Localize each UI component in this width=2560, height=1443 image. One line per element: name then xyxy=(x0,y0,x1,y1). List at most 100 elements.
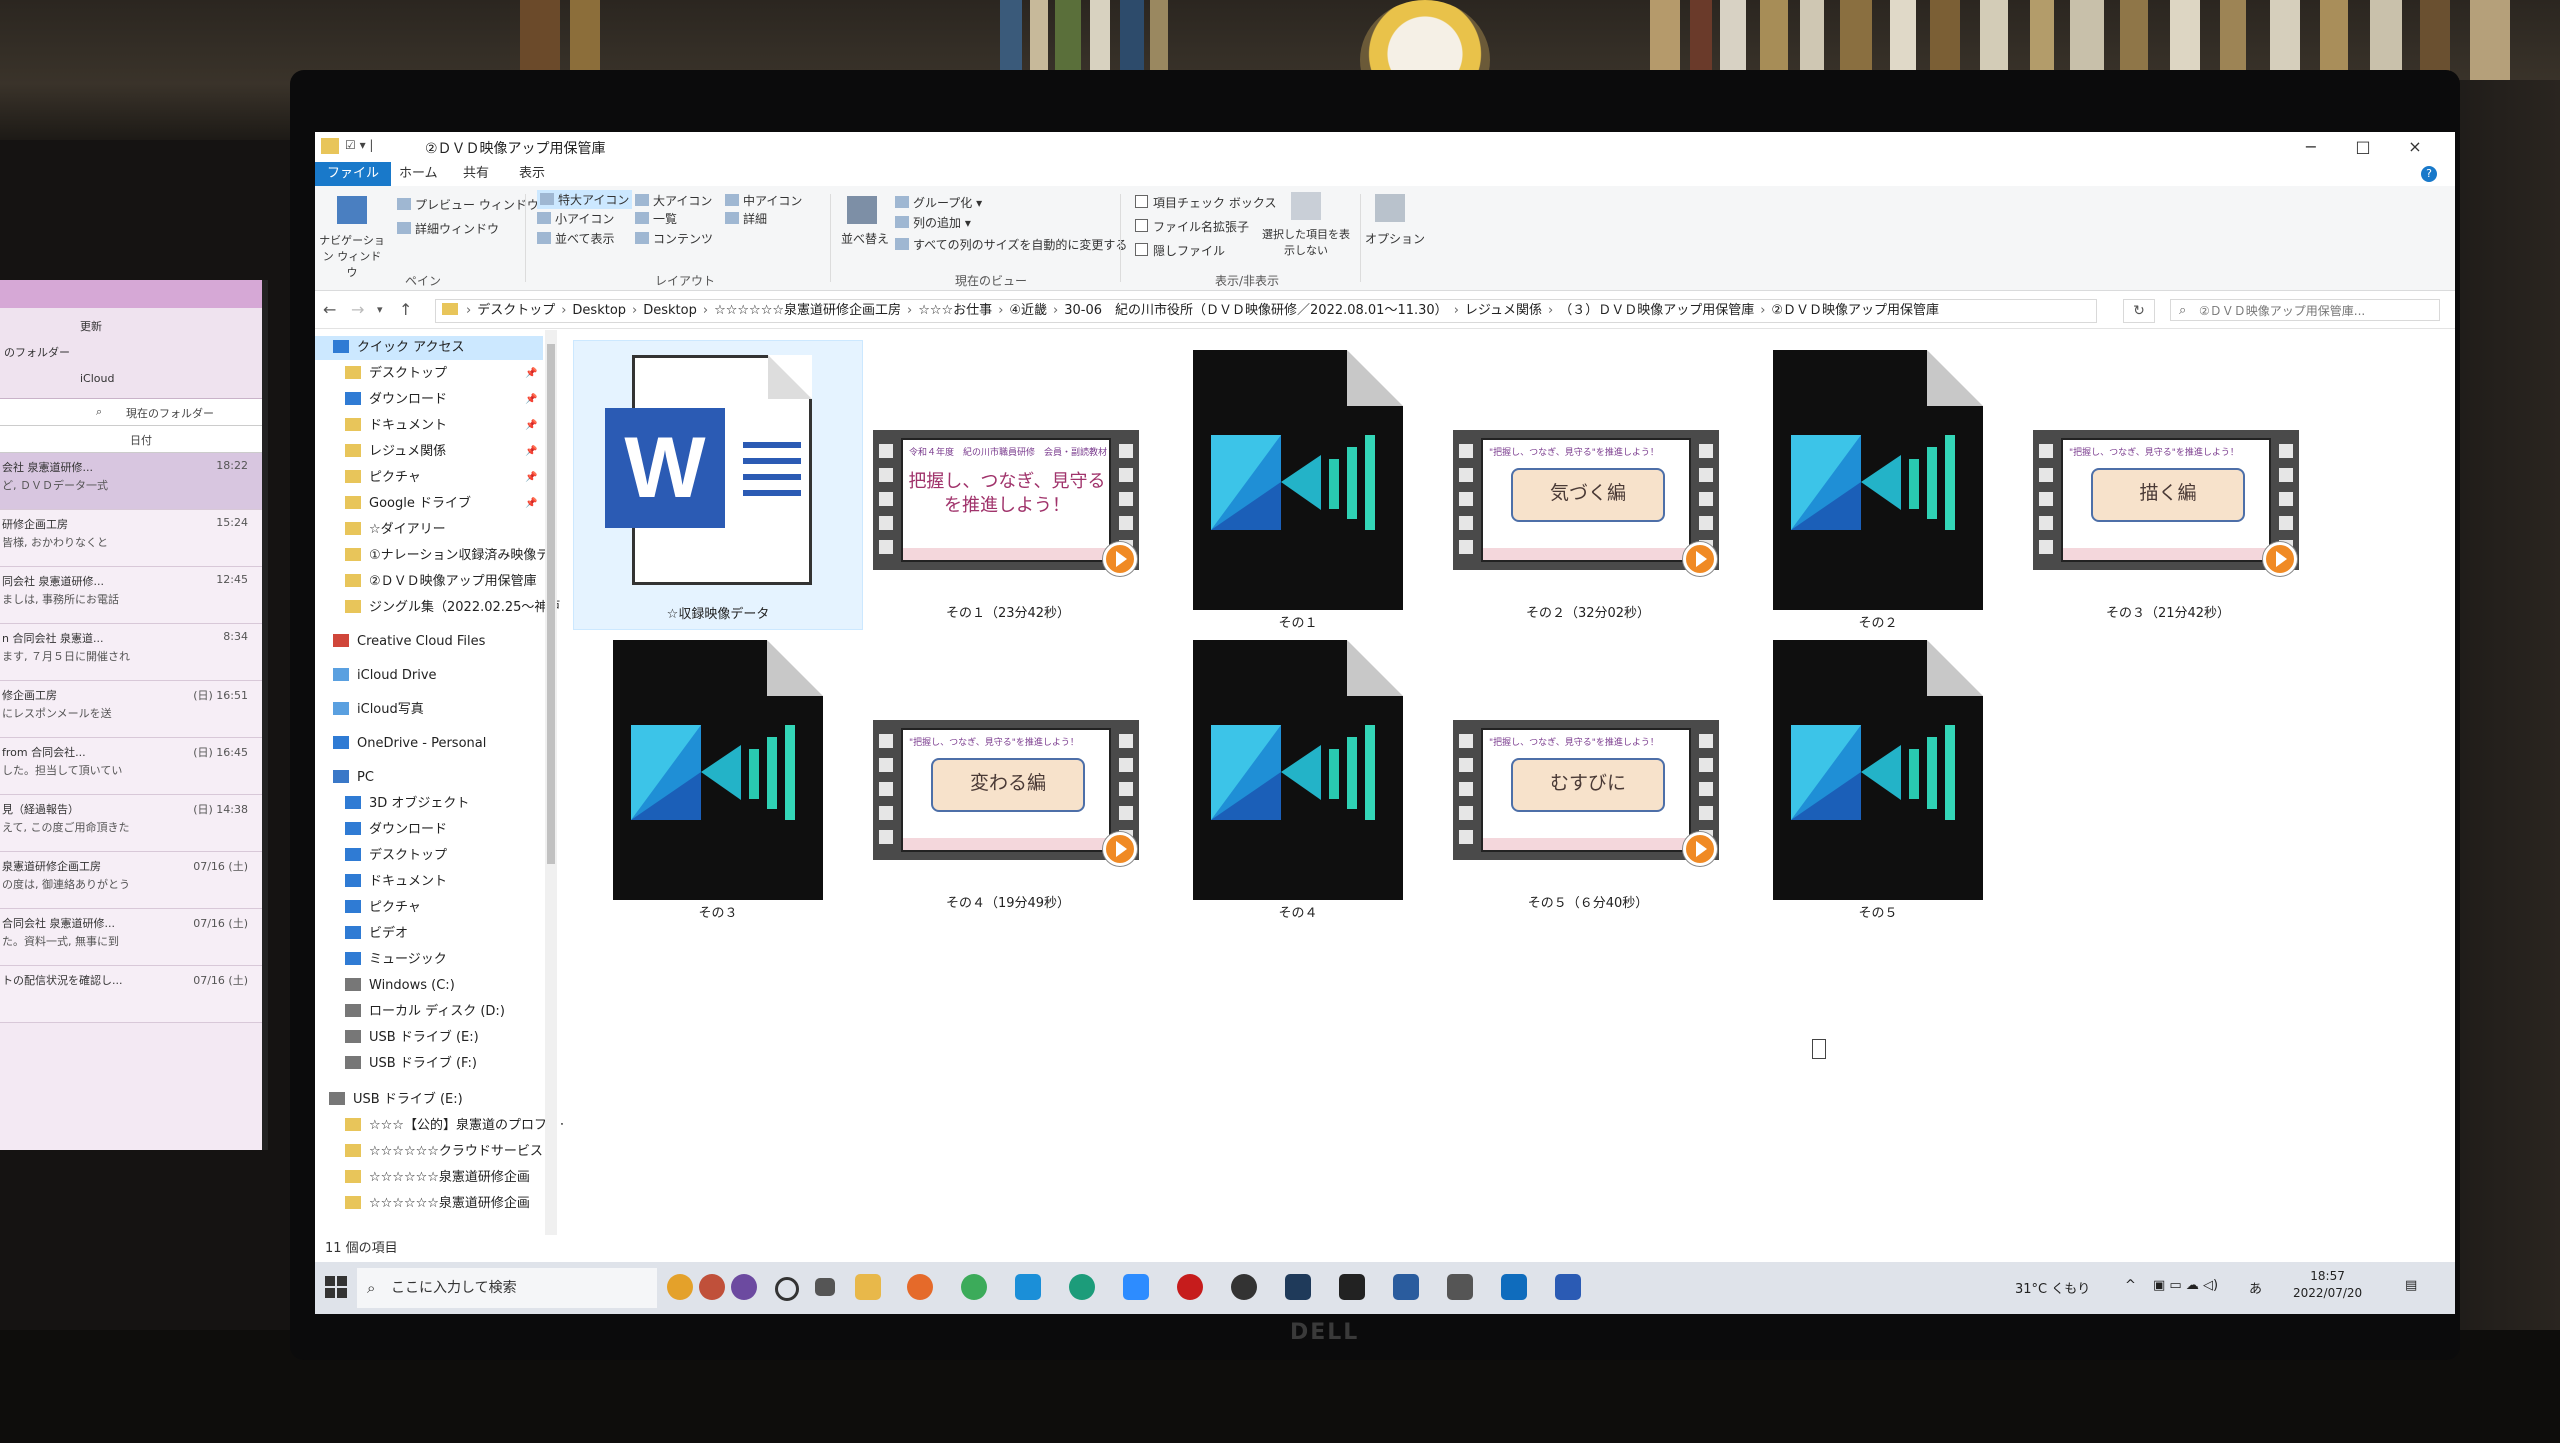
breadcrumb-item[interactable]: Desktop xyxy=(637,303,703,318)
mail-item[interactable]: 同会社 泉憲道研修... ましは, 事務所にお電話 12:45 xyxy=(0,567,262,624)
hide-selected-button[interactable]: 選択した項目を表示しない xyxy=(1260,226,1352,258)
nav-scrollbar[interactable] xyxy=(545,330,557,1235)
recent-dropdown[interactable]: ▾ xyxy=(377,303,383,316)
firefox-icon[interactable] xyxy=(907,1274,933,1300)
breadcrumb-item[interactable]: （３）ＤＶＤ映像アップ用保管庫 xyxy=(1553,303,1760,318)
mail-item[interactable]: トの配信状況を確認し... 07/16 (土) xyxy=(0,966,262,1023)
item-checkboxes-toggle[interactable]: 項目チェック ボックス xyxy=(1135,194,1276,211)
search-input[interactable]: ⌕ ②ＤＶＤ映像アップ用保管庫... xyxy=(2170,299,2440,321)
mail-item[interactable]: n 合同会社 泉憲道... ます, ７月５日に開催され 8:34 xyxy=(0,624,262,681)
ime-indicator[interactable]: あ xyxy=(2249,1278,2262,1297)
tab-share[interactable]: 共有 xyxy=(451,162,501,186)
mail-item[interactable]: 泉憲道研修企画工房 の度は, 御連絡ありがとう 07/16 (土) xyxy=(0,852,262,909)
word-icon[interactable] xyxy=(1555,1274,1581,1300)
app-icon[interactable] xyxy=(1339,1274,1365,1300)
nav-usb-item[interactable]: ☆☆☆【公的】泉憲道のプロフィー xyxy=(315,1114,573,1138)
icloud-button[interactable]: iCloud xyxy=(80,372,114,385)
nav-pc-item[interactable]: ローカル ディスク (D:) xyxy=(315,1000,543,1024)
breadcrumb-item[interactable]: ②ＤＶＤ映像アップ用保管庫 xyxy=(1765,303,1945,318)
camera-icon[interactable] xyxy=(1447,1274,1473,1300)
mail-item[interactable]: 修企画工房 にレスポンメールを送 (日) 16:51 xyxy=(0,681,262,738)
content-button[interactable]: コンテンツ xyxy=(635,230,713,247)
nav-quick-item[interactable]: ダウンロード 📌 xyxy=(315,388,543,412)
breadcrumb-item[interactable]: Desktop xyxy=(566,303,632,318)
tiles-button[interactable]: 並べて表示 xyxy=(537,230,615,247)
mail-item[interactable]: 会社 泉憲道研修... ど, ＤＶＤデータ一式 18:22 xyxy=(0,453,262,510)
nav-usb-drive[interactable]: USB ドライブ (E:) xyxy=(315,1088,543,1112)
weather-widget-icon[interactable] xyxy=(667,1274,693,1300)
weather-status[interactable]: 31°C くもり xyxy=(2015,1278,2090,1297)
outlook-icon[interactable] xyxy=(1501,1274,1527,1300)
fit-columns-button[interactable]: すべての列のサイズを自動的に変更する xyxy=(895,236,1127,253)
nav-pc-item[interactable]: Windows (C:) xyxy=(315,974,543,998)
nav-onedrive[interactable]: OneDrive - Personal xyxy=(315,732,543,756)
small-icons-button[interactable]: 小アイコン xyxy=(537,210,614,227)
nav-usb-item[interactable]: ☆☆☆☆☆☆泉憲道研修企画 xyxy=(315,1166,543,1190)
nav-icloud-photos[interactable]: iCloud写真 xyxy=(315,698,543,722)
large-icons-button[interactable]: 大アイコン xyxy=(635,192,712,209)
file-tile[interactable]: その３ xyxy=(573,630,863,921)
refresh-button[interactable]: ↻ xyxy=(2123,299,2155,323)
widget-icon[interactable] xyxy=(699,1274,725,1300)
mail-item[interactable]: 研修企画工房 皆様, おかわりなくと 15:24 xyxy=(0,510,262,567)
hidden-items-toggle[interactable]: 隠しファイル xyxy=(1135,242,1225,259)
help-icon[interactable]: ? xyxy=(2421,166,2437,182)
skype-icon[interactable] xyxy=(1015,1274,1041,1300)
file-tile[interactable]: "把握し、つなぎ、見守る"を推進しよう！ むすびに その５（６分40秒） xyxy=(1443,630,1733,920)
zoom-icon[interactable] xyxy=(1123,1274,1149,1300)
nav-quick-item[interactable]: デスクトップ 📌 xyxy=(315,362,543,386)
taskbar-search[interactable]: ⌕ ここに入力して検索 xyxy=(357,1268,657,1308)
file-tile[interactable]: W ☆収録映像データ xyxy=(573,340,863,630)
sort-select[interactable]: 日付 xyxy=(130,432,152,448)
nav-pc-item[interactable]: ドキュメント xyxy=(315,870,543,894)
file-extensions-toggle[interactable]: ファイル名拡張子 xyxy=(1135,218,1249,235)
file-explorer-icon[interactable] xyxy=(855,1274,881,1300)
edge-icon[interactable] xyxy=(1069,1274,1095,1300)
notification-icon[interactable]: ▤ xyxy=(2405,1278,2417,1293)
breadcrumb-item[interactable]: 30-06 紀の川市役所（ＤＶＤ映像研修／2022.08.01～11.30） xyxy=(1058,303,1453,318)
mail-item[interactable]: from 合同会社... した。担当して頂いてい (日) 16:45 xyxy=(0,738,262,795)
file-tile[interactable]: 令和４年度 紀の川市職員研修 会員・副読教材 把握し、つなぎ、見守る を推進しよう！… xyxy=(863,340,1153,630)
preview-pane-button[interactable]: プレビュー ウィンドウ xyxy=(397,196,539,213)
medium-icons-button[interactable]: 中アイコン xyxy=(725,192,802,209)
task-view-icon[interactable] xyxy=(815,1278,835,1296)
cortana-icon[interactable] xyxy=(775,1277,799,1301)
nav-quick-item[interactable]: ジングル集（2022.02.25～神戸 xyxy=(315,596,560,620)
nav-pc-item[interactable]: USB ドライブ (F:) xyxy=(315,1052,543,1076)
nav-quick-item[interactable]: レジュメ関係 📌 xyxy=(315,440,543,464)
forward-button[interactable]: → xyxy=(351,300,364,319)
update-button[interactable]: 更新 xyxy=(80,318,102,334)
record-icon[interactable] xyxy=(1177,1274,1203,1300)
details-button[interactable]: 詳細 xyxy=(725,210,767,227)
nav-usb-item[interactable]: ☆☆☆☆☆☆泉憲道研修企画 xyxy=(315,1192,543,1216)
breadcrumb-item[interactable]: デスクトップ xyxy=(471,303,561,318)
tab-home[interactable]: ホーム xyxy=(387,162,450,186)
nav-pc-item[interactable]: デスクトップ xyxy=(315,844,543,868)
breadcrumb[interactable]: › デスクトップ › Desktop › Desktop › ☆☆☆☆☆☆泉憲道研修企画工房 ›… xyxy=(435,299,2097,323)
nav-pc-item[interactable]: ダウンロード xyxy=(315,818,543,842)
mail-item[interactable]: 合同会社 泉憲道研修... た。資料一式, 無事に到 07/16 (土) xyxy=(0,909,262,966)
nav-icloud-drive[interactable]: iCloud Drive xyxy=(315,664,543,688)
nav-creative-cloud[interactable]: Creative Cloud Files xyxy=(315,630,543,654)
minimize-button[interactable]: − xyxy=(2285,132,2337,162)
file-tile[interactable]: "把握し、つなぎ、見守る"を推進しよう！ 描く編 その３（21分42秒） xyxy=(2023,340,2313,630)
folder-label[interactable]: のフォルダー xyxy=(4,344,70,360)
file-tile[interactable]: "把握し、つなぎ、見守る"を推進しよう！ 変わる編 その４（19分49秒） xyxy=(863,630,1153,920)
file-tile[interactable]: その１ xyxy=(1153,340,1443,631)
nav-quick-access[interactable]: クイック アクセス xyxy=(315,336,543,360)
filter-select[interactable]: 現在のフォルダー xyxy=(126,405,214,421)
list-button[interactable]: 一覧 xyxy=(635,210,677,227)
nav-pc-item[interactable]: 3D オブジェクト xyxy=(315,792,543,816)
back-button[interactable]: ← xyxy=(323,300,336,319)
tray-chevron-icon[interactable]: ^ xyxy=(2125,1278,2136,1293)
start-button[interactable] xyxy=(325,1276,347,1298)
nav-pane-button[interactable]: ナビゲーション ウィンドウ xyxy=(319,232,385,280)
file-tile[interactable]: "把握し、つなぎ、見守る"を推進しよう！ 気づく編 その２（32分02秒） xyxy=(1443,340,1733,630)
tab-view[interactable]: 表示 xyxy=(507,162,557,186)
sort-button[interactable]: 並べ替え xyxy=(841,230,889,247)
mail-item[interactable]: 見（経過報告） えて, この度ご用命頂きた (日) 14:38 xyxy=(0,795,262,852)
app-icon[interactable] xyxy=(1231,1274,1257,1300)
photos-icon[interactable] xyxy=(1393,1274,1419,1300)
tab-file[interactable]: ファイル xyxy=(315,162,392,186)
add-columns-button[interactable]: 列の追加 ▾ xyxy=(895,214,971,231)
